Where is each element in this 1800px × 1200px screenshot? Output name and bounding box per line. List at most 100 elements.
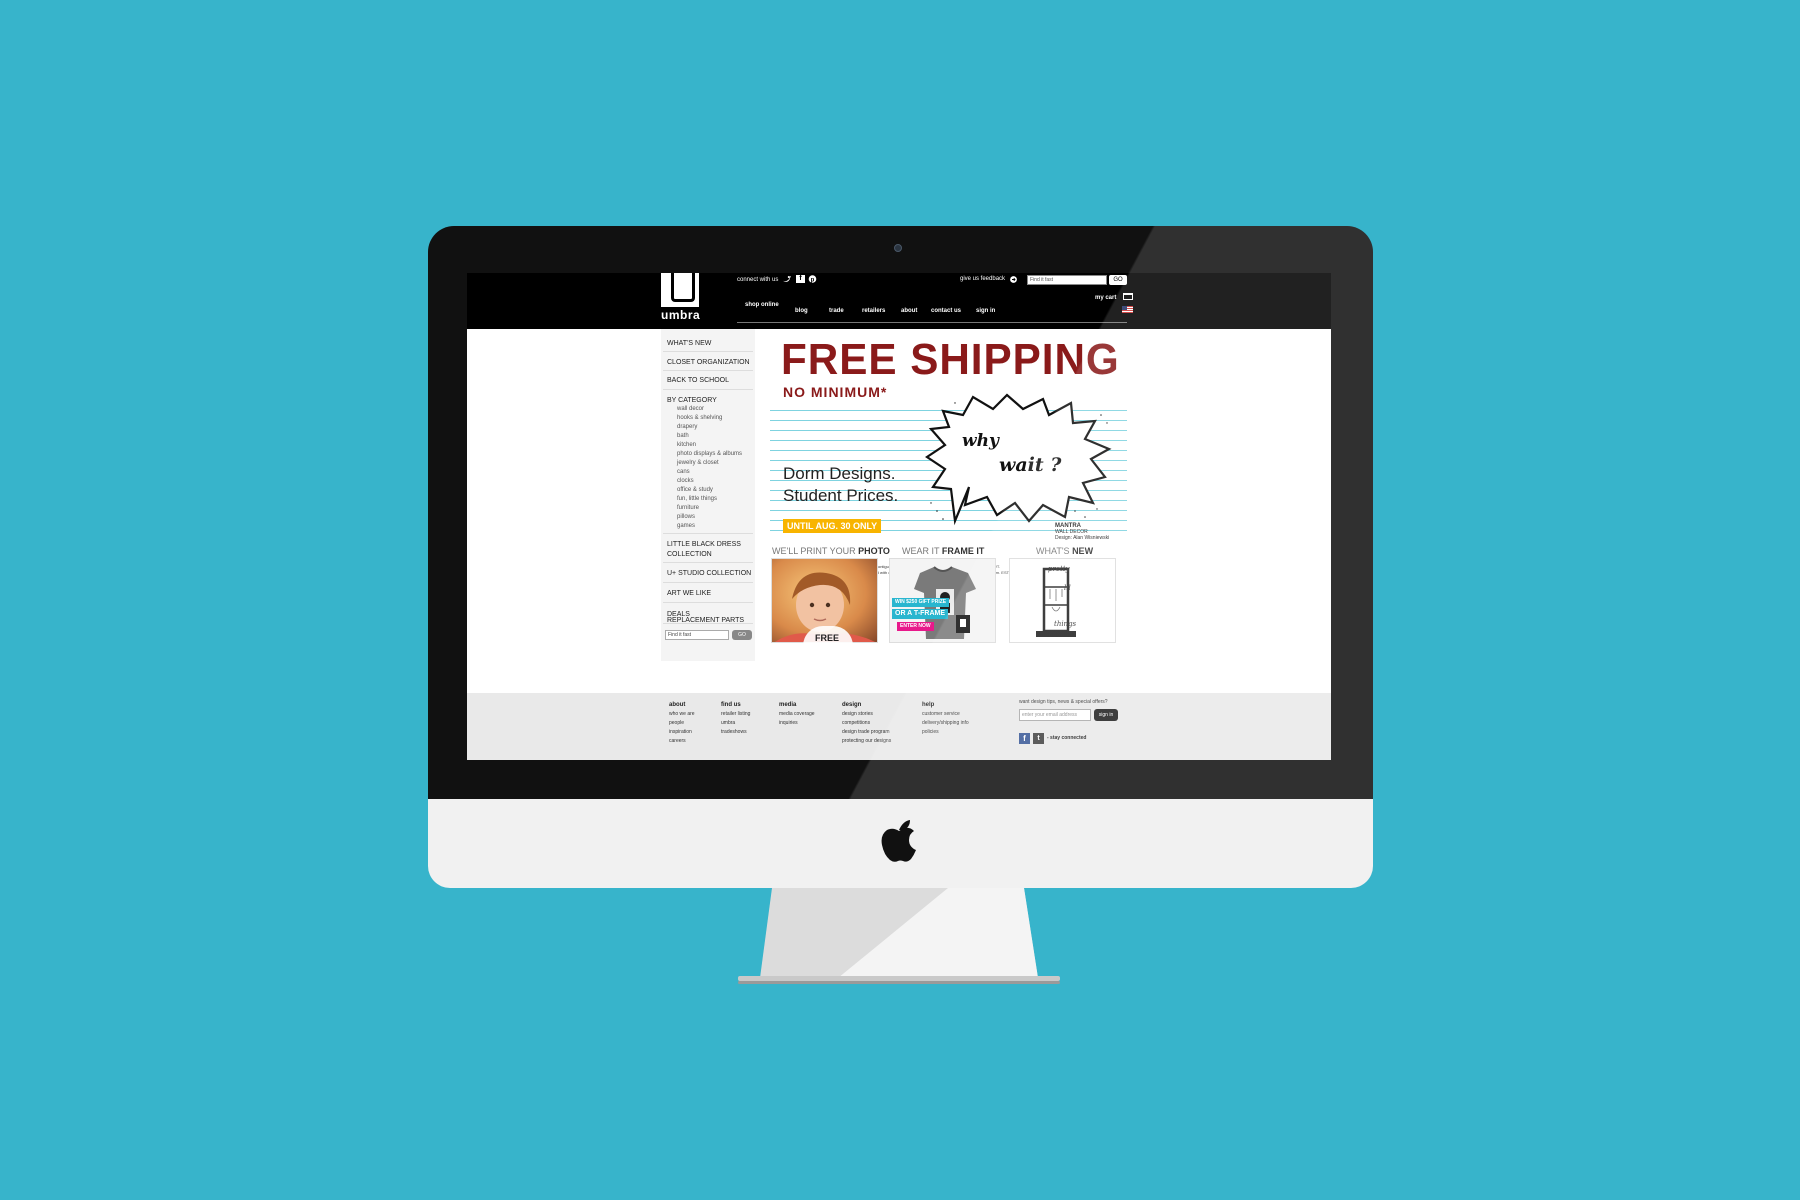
footer-link[interactable]: design stories bbox=[842, 711, 873, 717]
newsletter-email-input[interactable]: enter your email address bbox=[1019, 709, 1091, 721]
sidebar-category-fun-little-things[interactable]: fun, little things bbox=[677, 496, 717, 502]
sidebar-divider bbox=[663, 533, 753, 534]
newsletter-prompt: want design tips, news & special offers? bbox=[1019, 699, 1108, 705]
footer-link[interactable]: policies bbox=[922, 729, 939, 735]
enter-now-button[interactable]: ENTER NOW bbox=[897, 622, 934, 631]
banner-title: FREE SHIPPING bbox=[781, 335, 1120, 384]
nav-contact-us[interactable]: contact us bbox=[931, 308, 961, 314]
sidebar-category-games[interactable]: games bbox=[677, 523, 695, 529]
feedback-link[interactable]: give us feedback bbox=[960, 276, 1005, 282]
mantra-caption: MANTRA WALL DECOR Design: Alan Wisniewsk… bbox=[1055, 523, 1109, 541]
footer-link[interactable]: media coverage bbox=[779, 711, 815, 717]
connect-label: connect with us bbox=[737, 277, 779, 283]
sidebar-divider bbox=[663, 602, 753, 603]
imac-stand bbox=[738, 888, 1060, 984]
sidebar-search-input[interactable]: Find it fast bbox=[665, 630, 729, 640]
cart-icon[interactable] bbox=[1123, 293, 1133, 300]
sidebar-category-drapery[interactable]: drapery bbox=[677, 424, 697, 430]
us-flag-icon[interactable] bbox=[1122, 306, 1133, 313]
footer-link[interactable]: who we are bbox=[669, 711, 695, 717]
sidebar-category-hooks-shelving[interactable]: hooks & shelving bbox=[677, 415, 722, 421]
sidebar-category-pillows[interactable]: pillows bbox=[677, 514, 695, 520]
stay-connected-label: - stay connected bbox=[1047, 735, 1087, 741]
promo-heading: WEAR IT FRAME IT bbox=[902, 546, 984, 556]
umbra-logo[interactable]: umbra bbox=[661, 273, 700, 323]
svg-text:p: p bbox=[811, 277, 815, 283]
footer-link[interactable]: customer service bbox=[922, 711, 960, 717]
sidebar-item-little-black-dress-collection[interactable]: COLLECTION bbox=[667, 550, 712, 559]
footer-link[interactable]: inquiries bbox=[779, 720, 798, 726]
promo-print-photo[interactable]: WE'LL PRINT YOUR PHOTO FREE bbox=[770, 546, 890, 656]
sidebar-category-kitchen[interactable]: kitchen bbox=[677, 442, 696, 448]
pinterest-icon[interactable]: p bbox=[808, 275, 817, 283]
nav-trade[interactable]: trade bbox=[829, 308, 844, 314]
browser-viewport: umbra connect with us f p give us feedba… bbox=[467, 273, 1331, 760]
sidebar-item-little-black-dress[interactable]: LITTLE BLACK DRESS bbox=[667, 540, 741, 549]
promo-whats-new[interactable]: WHAT'S NEW pretty lil things bbox=[1008, 546, 1116, 656]
sidebar-divider bbox=[663, 582, 753, 583]
header-search-input[interactable]: Find it fast bbox=[1027, 275, 1107, 285]
free-badge: FREE bbox=[815, 633, 840, 643]
nav-shop-online[interactable]: shop online bbox=[745, 302, 779, 308]
nav-blog[interactable]: blog bbox=[795, 308, 808, 314]
footer-link[interactable]: retailer listing bbox=[721, 711, 750, 717]
sidebar-category-cans[interactable]: cans bbox=[677, 469, 690, 475]
footer-facebook-icon[interactable]: f bbox=[1019, 733, 1030, 744]
sidebar-category-photo-displays[interactable]: photo displays & albums bbox=[677, 451, 742, 457]
sidebar-search-go-button[interactable]: GO bbox=[732, 630, 752, 640]
sidebar-category-office-study[interactable]: office & study bbox=[677, 487, 713, 493]
arrow-circle-icon[interactable] bbox=[1010, 276, 1017, 283]
until-date-badge: UNTIL AUG. 30 ONLY bbox=[783, 519, 882, 533]
sidebar-category-clocks[interactable]: clocks bbox=[677, 478, 694, 484]
footer-link[interactable]: tradeshows bbox=[721, 729, 747, 735]
footer-link[interactable]: design trade program bbox=[842, 729, 890, 735]
sidebar-item-whats-new[interactable]: WHAT'S NEW bbox=[667, 339, 711, 348]
footer-heading-help: help bbox=[922, 702, 935, 708]
footer-link[interactable]: inspiration bbox=[669, 729, 692, 735]
footer-link[interactable]: careers bbox=[669, 738, 686, 744]
gift-prize-tag: WIN $250 GIFT PRIZE bbox=[892, 598, 950, 607]
promo-heading-bold: PHOTO bbox=[858, 546, 890, 556]
umbra-logo-mark bbox=[661, 273, 699, 307]
sidebar-item-art-we-like[interactable]: ART WE LIKE bbox=[667, 589, 711, 598]
stand-note-pretty: pretty bbox=[1048, 565, 1070, 573]
footer-heading-media: media bbox=[779, 702, 797, 708]
sidebar-category-bath[interactable]: bath bbox=[677, 433, 689, 439]
sidebar-divider bbox=[663, 370, 753, 371]
sidebar-divider bbox=[663, 389, 753, 390]
cart-link[interactable]: my cart bbox=[1095, 295, 1116, 301]
sidebar-divider bbox=[663, 351, 753, 352]
banner-dorm-line-1: Dorm Designs. bbox=[783, 464, 896, 483]
sidebar-category-jewelry-closet[interactable]: jewelry & closet bbox=[677, 460, 719, 466]
promo-heading: WE'LL PRINT YOUR PHOTO bbox=[772, 546, 890, 556]
sidebar-category-wall-decor[interactable]: wall decor bbox=[677, 406, 704, 412]
newsletter-sign-in-button[interactable]: sign in bbox=[1094, 709, 1118, 721]
facebook-icon[interactable]: f bbox=[796, 275, 805, 283]
footer-twitter-icon[interactable]: t bbox=[1033, 733, 1044, 744]
sidebar-item-closet-organization[interactable]: CLOSET ORGANIZATION bbox=[667, 358, 750, 367]
promo-heading-bold: FRAME IT bbox=[941, 546, 985, 556]
footer-link[interactable]: protecting our designs bbox=[842, 738, 891, 744]
sidebar-divider bbox=[663, 562, 753, 563]
nav-retailers[interactable]: retailers bbox=[862, 308, 885, 314]
footer-heading-about: about bbox=[669, 702, 686, 708]
sidebar-item-u-studio[interactable]: U+ STUDIO COLLECTION bbox=[667, 569, 751, 578]
free-shipping-banner[interactable]: FREE SHIPPING NO MINIMUM* why wait ? Dor… bbox=[770, 329, 1127, 546]
nav-about[interactable]: about bbox=[901, 308, 917, 314]
header-search-go-button[interactable]: GO bbox=[1109, 275, 1127, 285]
promo-wear-it-frame-it[interactable]: WEAR IT FRAME IT WIN $250 GIFT PRIZE OR … bbox=[888, 546, 996, 656]
nav-sign-in[interactable]: sign in bbox=[976, 308, 995, 314]
footer-link[interactable]: competitions bbox=[842, 720, 870, 726]
footer-link[interactable]: umbra bbox=[721, 720, 735, 726]
sidebar-item-replacement-parts[interactable]: REPLACEMENT PARTS bbox=[667, 616, 744, 625]
twitter-icon[interactable] bbox=[782, 275, 791, 283]
footer-heading-find-us: find us bbox=[721, 702, 741, 708]
stand-note-things: things bbox=[1054, 620, 1077, 628]
sidebar-item-back-to-school[interactable]: BACK TO SCHOOL bbox=[667, 376, 729, 385]
promo-heading: WHAT'S NEW bbox=[1036, 546, 1093, 556]
footer-link[interactable]: people bbox=[669, 720, 684, 726]
sidebar-category-furniture[interactable]: furniture bbox=[677, 505, 699, 511]
footer-link[interactable]: delivery/shipping info bbox=[922, 720, 969, 726]
camera-icon bbox=[894, 244, 902, 252]
promo-heading-bold: NEW bbox=[1072, 546, 1094, 556]
